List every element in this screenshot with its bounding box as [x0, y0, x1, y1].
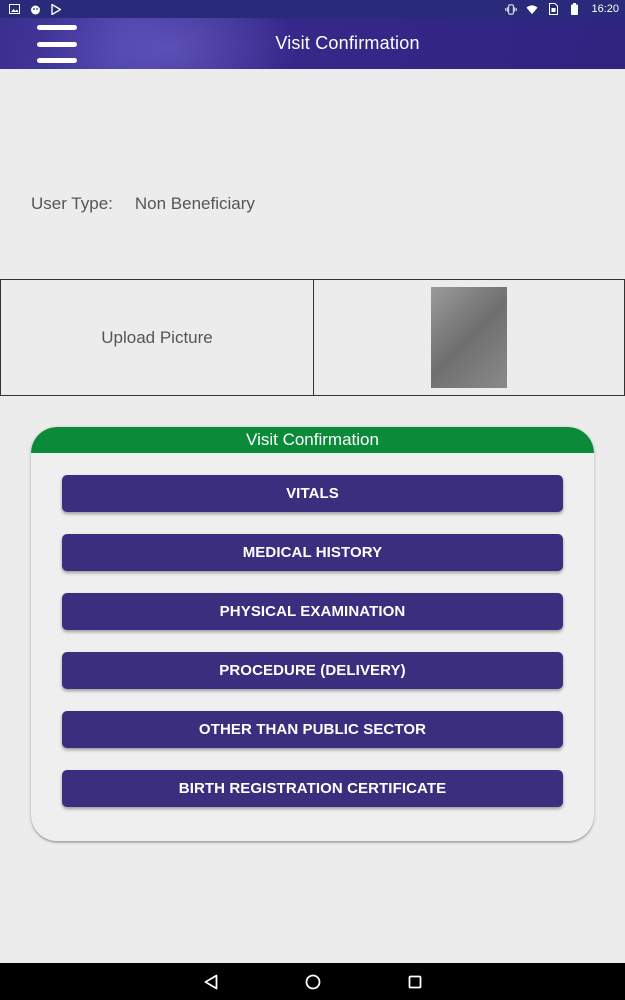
wifi-icon	[526, 3, 539, 15]
image-icon	[8, 3, 20, 15]
card-button-list: VITALS MEDICAL HISTORY PHYSICAL EXAMINAT…	[62, 475, 563, 807]
upload-picture-button[interactable]: Upload Picture	[1, 280, 313, 395]
status-left	[8, 3, 62, 15]
play-store-icon	[50, 3, 62, 15]
user-type-value: Non Beneficiary	[134, 194, 255, 213]
picture-preview[interactable]	[431, 287, 507, 388]
birth-registration-certificate-button[interactable]: BIRTH REGISTRATION CERTIFICATE	[62, 770, 563, 807]
page-title: Visit Confirmation	[275, 33, 420, 53]
home-icon[interactable]	[304, 973, 322, 991]
status-time: 16:20	[591, 3, 619, 15]
system-nav-bar	[0, 963, 625, 1000]
card-title: Visit Confirmation	[31, 427, 594, 453]
upload-picture-label: Upload Picture	[101, 327, 213, 347]
battery-icon	[568, 3, 580, 15]
procedure-delivery-button[interactable]: PROCEDURE (DELIVERY)	[62, 652, 563, 689]
vibrate-icon	[505, 3, 518, 15]
upload-picture-table: Upload Picture	[0, 279, 625, 396]
other-than-public-sector-button[interactable]: OTHER THAN PUBLIC SECTOR	[62, 711, 563, 748]
app-bar: Visit Confirmation	[0, 18, 625, 69]
visit-confirmation-card: Visit Confirmation VITALS MEDICAL HISTOR…	[31, 427, 594, 841]
status-bar: 16:20	[0, 0, 625, 18]
user-type-row: User Type: Non Beneficiary	[31, 194, 255, 214]
status-right: 16:20	[505, 3, 619, 15]
vitals-button[interactable]: VITALS	[62, 475, 563, 512]
bug-icon	[29, 3, 41, 15]
user-type-label: User Type:	[31, 194, 113, 213]
recents-icon[interactable]	[406, 973, 424, 991]
back-icon[interactable]	[202, 973, 220, 991]
medical-history-button[interactable]: MEDICAL HISTORY	[62, 534, 563, 571]
sim-icon	[547, 3, 559, 15]
picture-preview-cell	[313, 280, 624, 395]
physical-examination-button[interactable]: PHYSICAL EXAMINATION	[62, 593, 563, 630]
